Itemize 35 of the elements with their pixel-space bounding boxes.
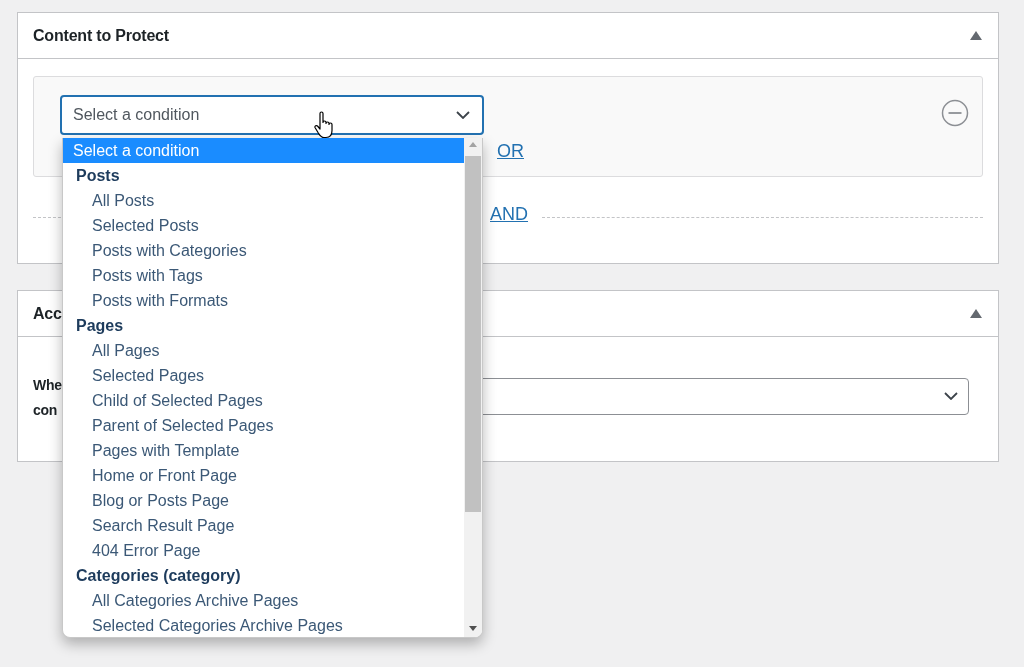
condition-select[interactable]: Select a condition bbox=[60, 95, 484, 135]
dropdown-option[interactable]: All Pages bbox=[63, 338, 464, 363]
panel-title: Content to Protect bbox=[33, 25, 169, 46]
scrollbar-thumb[interactable] bbox=[465, 156, 481, 512]
dropdown-option[interactable]: Selected Posts bbox=[63, 213, 464, 238]
option-group-label: Posts bbox=[75, 166, 121, 186]
panel-title: Acc bbox=[33, 303, 62, 324]
dropdown-option[interactable]: Blog or Posts Page bbox=[63, 488, 464, 513]
dropdown-option[interactable]: 404 Error Page bbox=[63, 538, 464, 563]
dropdown-option[interactable]: Parent of Selected Pages bbox=[63, 413, 464, 438]
option-group-label: Pages bbox=[75, 316, 125, 336]
scroll-up-arrow-icon[interactable] bbox=[469, 142, 477, 147]
dropdown-option[interactable]: All Posts bbox=[63, 188, 464, 213]
field-label: Whe con bbox=[33, 376, 62, 420]
collapse-arrow-icon[interactable] bbox=[970, 309, 982, 318]
dropdown-option[interactable]: Pages with Template bbox=[63, 438, 464, 463]
collapse-arrow-icon[interactable] bbox=[970, 31, 982, 40]
chevron-down-icon bbox=[944, 392, 958, 400]
and-link[interactable]: AND bbox=[490, 203, 528, 225]
or-link[interactable]: OR bbox=[497, 140, 524, 162]
dropdown-option[interactable]: Home or Front Page bbox=[63, 463, 464, 488]
option-group-label: Categories (category) bbox=[75, 566, 242, 586]
dropdown-option[interactable]: Selected Categories Archive Pages bbox=[63, 613, 464, 637]
dropdown-option[interactable]: Search Result Page bbox=[63, 513, 464, 538]
hand-cursor-icon bbox=[314, 111, 334, 139]
dropdown-option[interactable]: Posts with Formats bbox=[63, 288, 464, 313]
scroll-down-arrow-icon[interactable] bbox=[469, 626, 477, 631]
dropdown-option[interactable]: Posts with Tags bbox=[63, 263, 464, 288]
dropdown-option[interactable]: Selected Pages bbox=[63, 363, 464, 388]
dropdown-option[interactable]: Posts with Categories bbox=[63, 238, 464, 263]
scrollbar[interactable] bbox=[464, 138, 482, 637]
remove-condition-icon[interactable] bbox=[941, 99, 969, 127]
chevron-down-icon bbox=[456, 111, 470, 119]
dropdown-option[interactable]: Child of Selected Pages bbox=[63, 388, 464, 413]
dropdown-option[interactable]: All Categories Archive Pages bbox=[63, 588, 464, 613]
